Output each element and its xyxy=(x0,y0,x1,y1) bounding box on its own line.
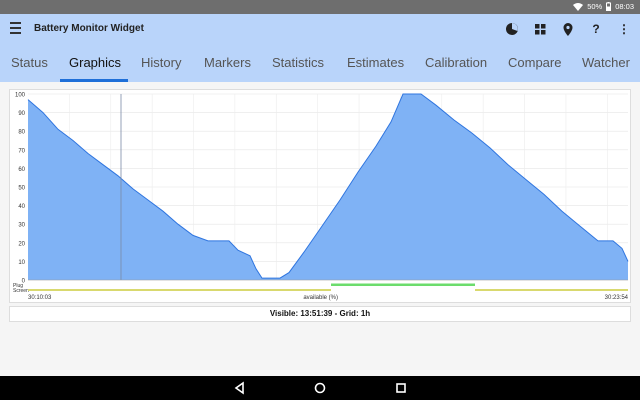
battery-chart[interactable]: 0102030405060708090100PlugScreen30:10:03… xyxy=(10,90,630,302)
app-bar: Battery Monitor Widget ? ⋮ xyxy=(0,14,640,44)
x-center-label: available (%) xyxy=(303,295,338,301)
tab-history[interactable]: History xyxy=(141,55,181,70)
y-tick-label: 20 xyxy=(18,241,25,247)
battery-percent: 50% xyxy=(587,2,603,11)
active-tab-indicator xyxy=(60,79,128,82)
y-tick-label: 90 xyxy=(18,111,25,117)
more-vert-icon[interactable]: ⋮ xyxy=(616,20,632,38)
tab-watcher[interactable]: Watcher xyxy=(582,55,630,70)
tab-bar: Status Graphics History Markers Statisti… xyxy=(0,44,640,82)
y-tick-label: 100 xyxy=(15,93,26,99)
location-pin-icon[interactable] xyxy=(560,20,576,38)
status-bar: 50% 08:03 xyxy=(0,0,640,14)
y-tick-label: 70 xyxy=(18,148,25,154)
tab-statistics[interactable]: Statistics xyxy=(272,55,324,70)
tab-estimates[interactable]: Estimates xyxy=(347,55,404,70)
battery-chart-card: 0 10 20 30 40 50 60 70 80 90 100 Plug Screen 30:10:03… xyxy=(9,89,631,303)
clock: 08:03 xyxy=(615,2,634,11)
y-tick-label: 40 xyxy=(18,204,25,210)
tab-graphics[interactable]: Graphics xyxy=(69,55,121,70)
row-label-screen: Screen xyxy=(13,288,29,294)
y-tick-label: 60 xyxy=(18,167,25,173)
recents-icon[interactable] xyxy=(394,381,408,395)
wifi-icon xyxy=(573,2,584,11)
tab-compare[interactable]: Compare xyxy=(508,55,561,70)
battery-icon xyxy=(606,2,612,11)
menu-icon[interactable] xyxy=(10,22,26,36)
y-tick-label: 30 xyxy=(18,223,25,229)
home-icon[interactable] xyxy=(313,381,327,395)
y-tick-label: 10 xyxy=(18,260,25,266)
grid-icon[interactable] xyxy=(532,20,548,38)
screen-segment xyxy=(28,289,331,291)
y-tick-label: 50 xyxy=(18,186,25,192)
back-icon[interactable] xyxy=(233,381,247,395)
x-end-label: 30:23:54 xyxy=(605,295,629,301)
x-start-label: 30:10:03 xyxy=(28,295,52,301)
visible-range-info: Visible: 13:51:39 - Grid: 1h xyxy=(9,306,631,322)
tab-markers[interactable]: Markers xyxy=(204,55,251,70)
tab-calibration[interactable]: Calibration xyxy=(425,55,487,70)
screen-segment xyxy=(475,289,628,291)
plug-segment xyxy=(331,283,475,286)
navigation-bar xyxy=(0,376,640,400)
y-tick-label: 80 xyxy=(18,130,25,136)
app-title: Battery Monitor Widget xyxy=(34,23,144,34)
tab-status[interactable]: Status xyxy=(11,55,48,70)
donut-chart-icon[interactable] xyxy=(504,20,520,38)
help-icon[interactable]: ? xyxy=(588,20,604,38)
